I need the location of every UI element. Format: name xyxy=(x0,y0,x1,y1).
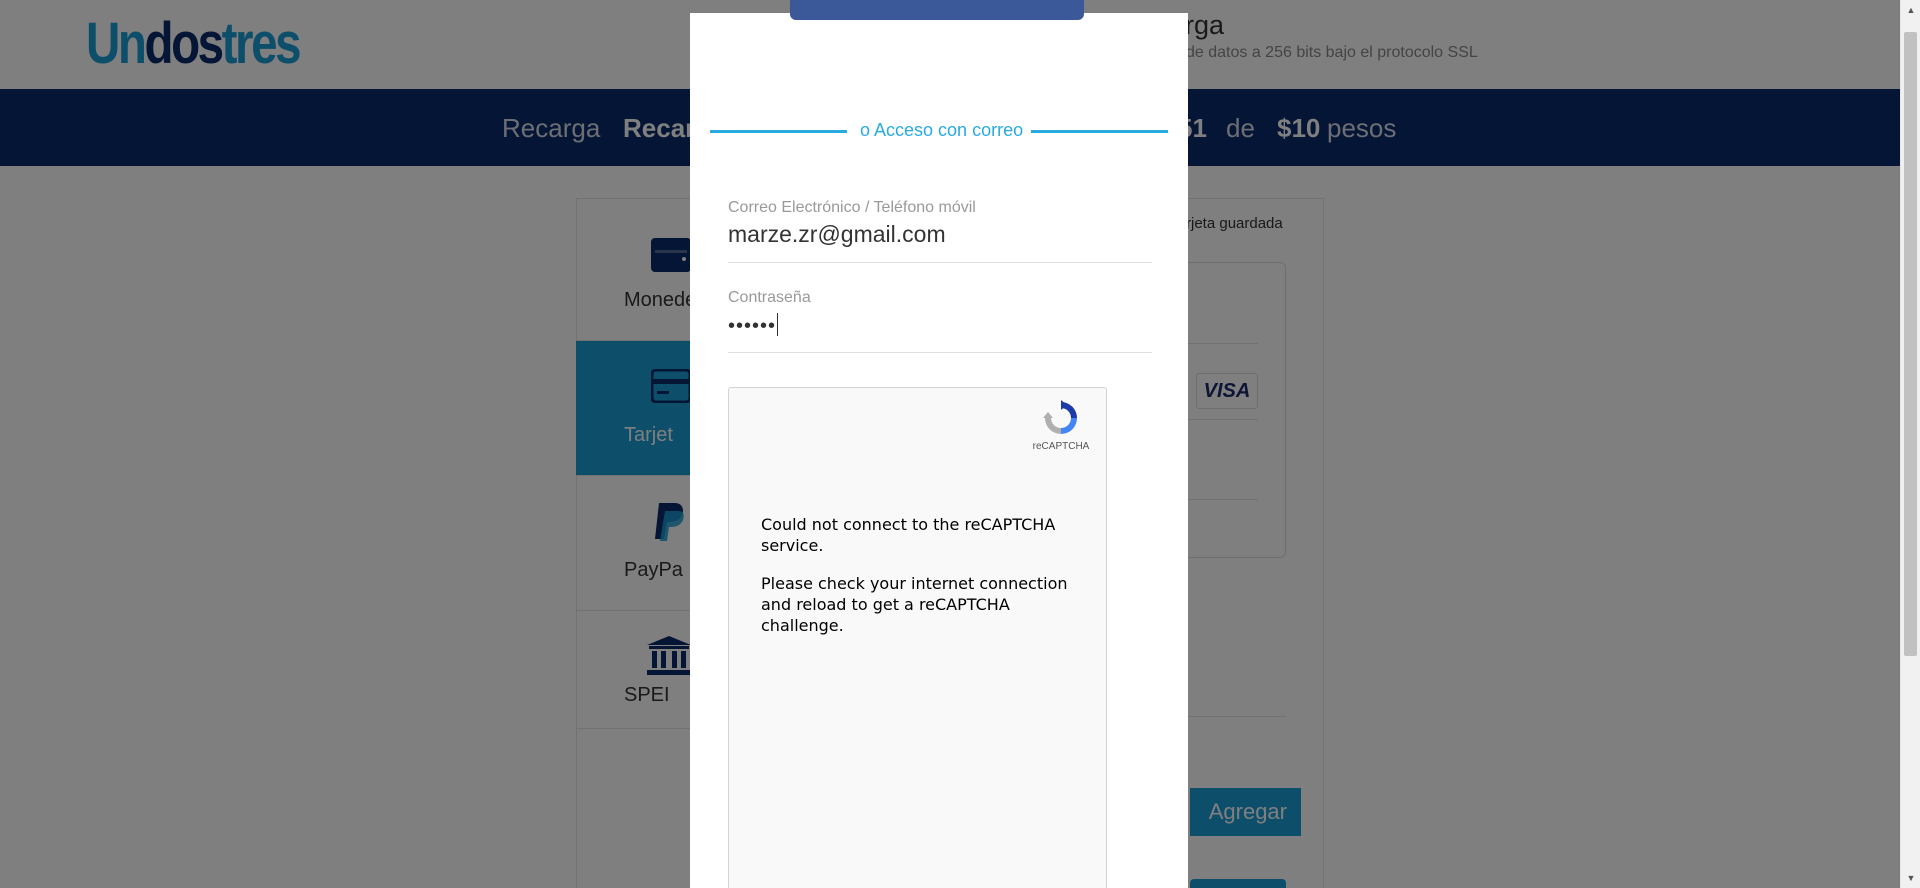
recaptcha-icon xyxy=(1043,400,1077,434)
recaptcha-logo: reCAPTCHA xyxy=(1029,398,1093,452)
recaptcha-help-message: Please check your internet connection an… xyxy=(761,574,1068,635)
password-field-underline xyxy=(728,352,1152,353)
page-scrollbar[interactable]: ▲ ▼ xyxy=(1900,0,1920,888)
scroll-thumb[interactable] xyxy=(1904,32,1917,656)
text-caret xyxy=(777,313,779,336)
password-value: •••••• xyxy=(728,315,777,337)
email-field-label: Correo Electrónico / Teléfono móvil xyxy=(728,199,976,216)
scroll-up-arrow-icon[interactable]: ▲ xyxy=(1901,0,1920,20)
scroll-down-arrow-icon[interactable]: ▼ xyxy=(1901,868,1920,888)
password-field-label: Contraseña xyxy=(728,289,811,306)
recaptcha-brand: reCAPTCHA xyxy=(1032,441,1090,452)
login-modal: o Acceso con correo Correo Electrónico /… xyxy=(690,0,1188,888)
divider-line-left xyxy=(710,130,847,133)
email-field-underline xyxy=(728,262,1152,263)
email-field[interactable]: marze.zr@gmail.com xyxy=(728,221,946,248)
divider-line-right xyxy=(1031,130,1168,133)
facebook-login-button[interactable] xyxy=(790,0,1084,20)
recaptcha-error-message: Could not connect to the reCAPTCHA servi… xyxy=(761,515,1056,555)
password-field[interactable]: •••••• xyxy=(728,313,779,338)
recaptcha-widget[interactable]: reCAPTCHA Could not connect to the reCAP… xyxy=(728,387,1107,888)
email-access-divider: o Acceso con correo xyxy=(860,120,1024,140)
